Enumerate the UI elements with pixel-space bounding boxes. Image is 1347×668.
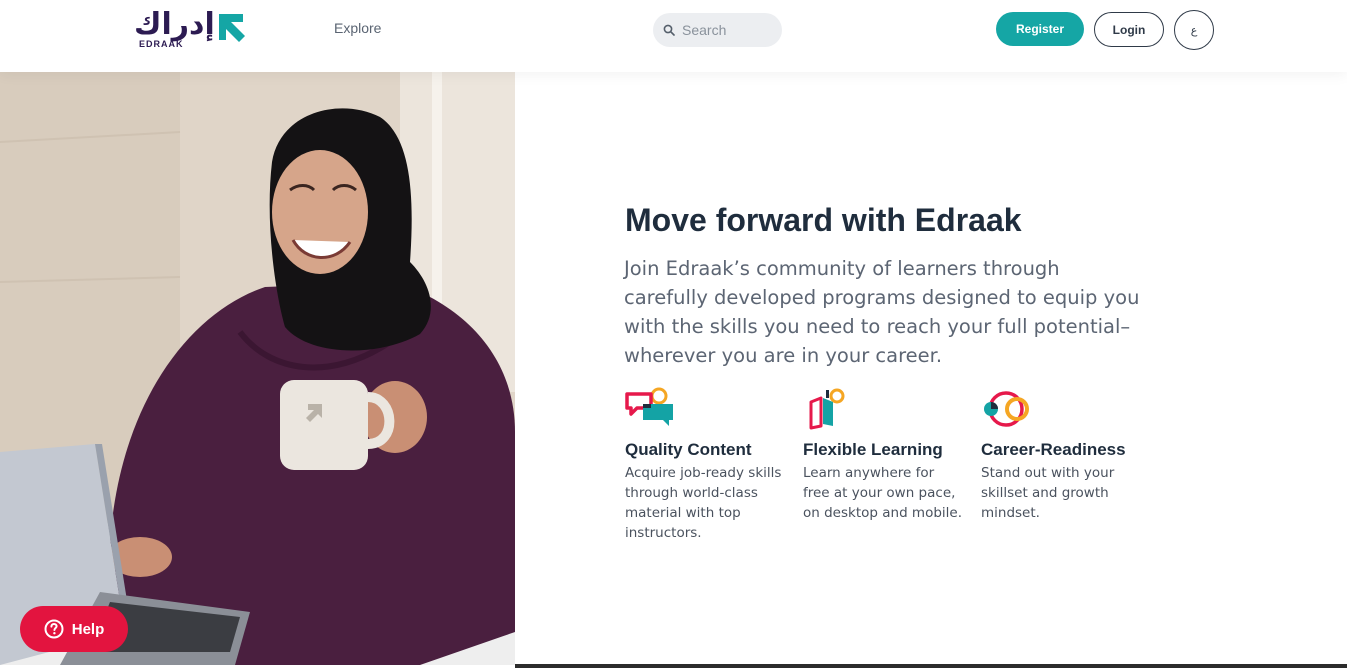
feature-title: Quality Content [625,440,752,459]
help-label: Help [71,620,105,638]
open-book-icon [809,388,845,430]
chat-bubbles-icon [625,387,673,426]
search-icon [663,24,675,36]
linked-rings-icon [984,391,1029,427]
site-header: إدراك EDRAAK Explore Register Login ع [0,0,1347,72]
register-button[interactable]: Register [996,12,1084,46]
language-toggle-button[interactable]: ع [1174,10,1214,50]
feature-career-readiness: Career-Readiness Stand out with your ski… [981,386,1151,523]
feature-text: Learn anywhere for free at your own pace… [803,465,963,521]
help-button[interactable]: Help [20,606,128,652]
logo-arrow-icon [218,14,245,42]
logo-latin-text: EDRAAK [139,39,184,49]
feature-text: Stand out with your skillset and growth … [981,465,1115,521]
feature-title: Career-Readiness [981,440,1126,459]
logo-arabic-text: إدراك [134,7,216,42]
hero-title: Move forward with Edraak [625,202,1022,238]
feature-text: Acquire job-ready skills through world-c… [625,465,782,541]
hero-photo [0,72,515,665]
search-box[interactable] [653,13,782,47]
hero-description: Join Edraak’s community of learners thro… [624,257,1140,367]
hero-photo-illustration [0,72,515,665]
page-bottom-divider [515,664,1347,668]
question-circle-icon [44,619,64,639]
feature-title: Flexible Learning [803,440,943,459]
login-button[interactable]: Login [1094,12,1164,47]
nav-explore-link[interactable]: Explore [334,20,381,36]
feature-quality-content: Quality Content Acquire job-ready skills… [625,386,795,543]
search-input[interactable] [682,22,772,38]
edraak-logo[interactable]: إدراك EDRAAK [134,10,266,50]
feature-flexible-learning: Flexible Learning Learn anywhere for fre… [803,386,973,523]
